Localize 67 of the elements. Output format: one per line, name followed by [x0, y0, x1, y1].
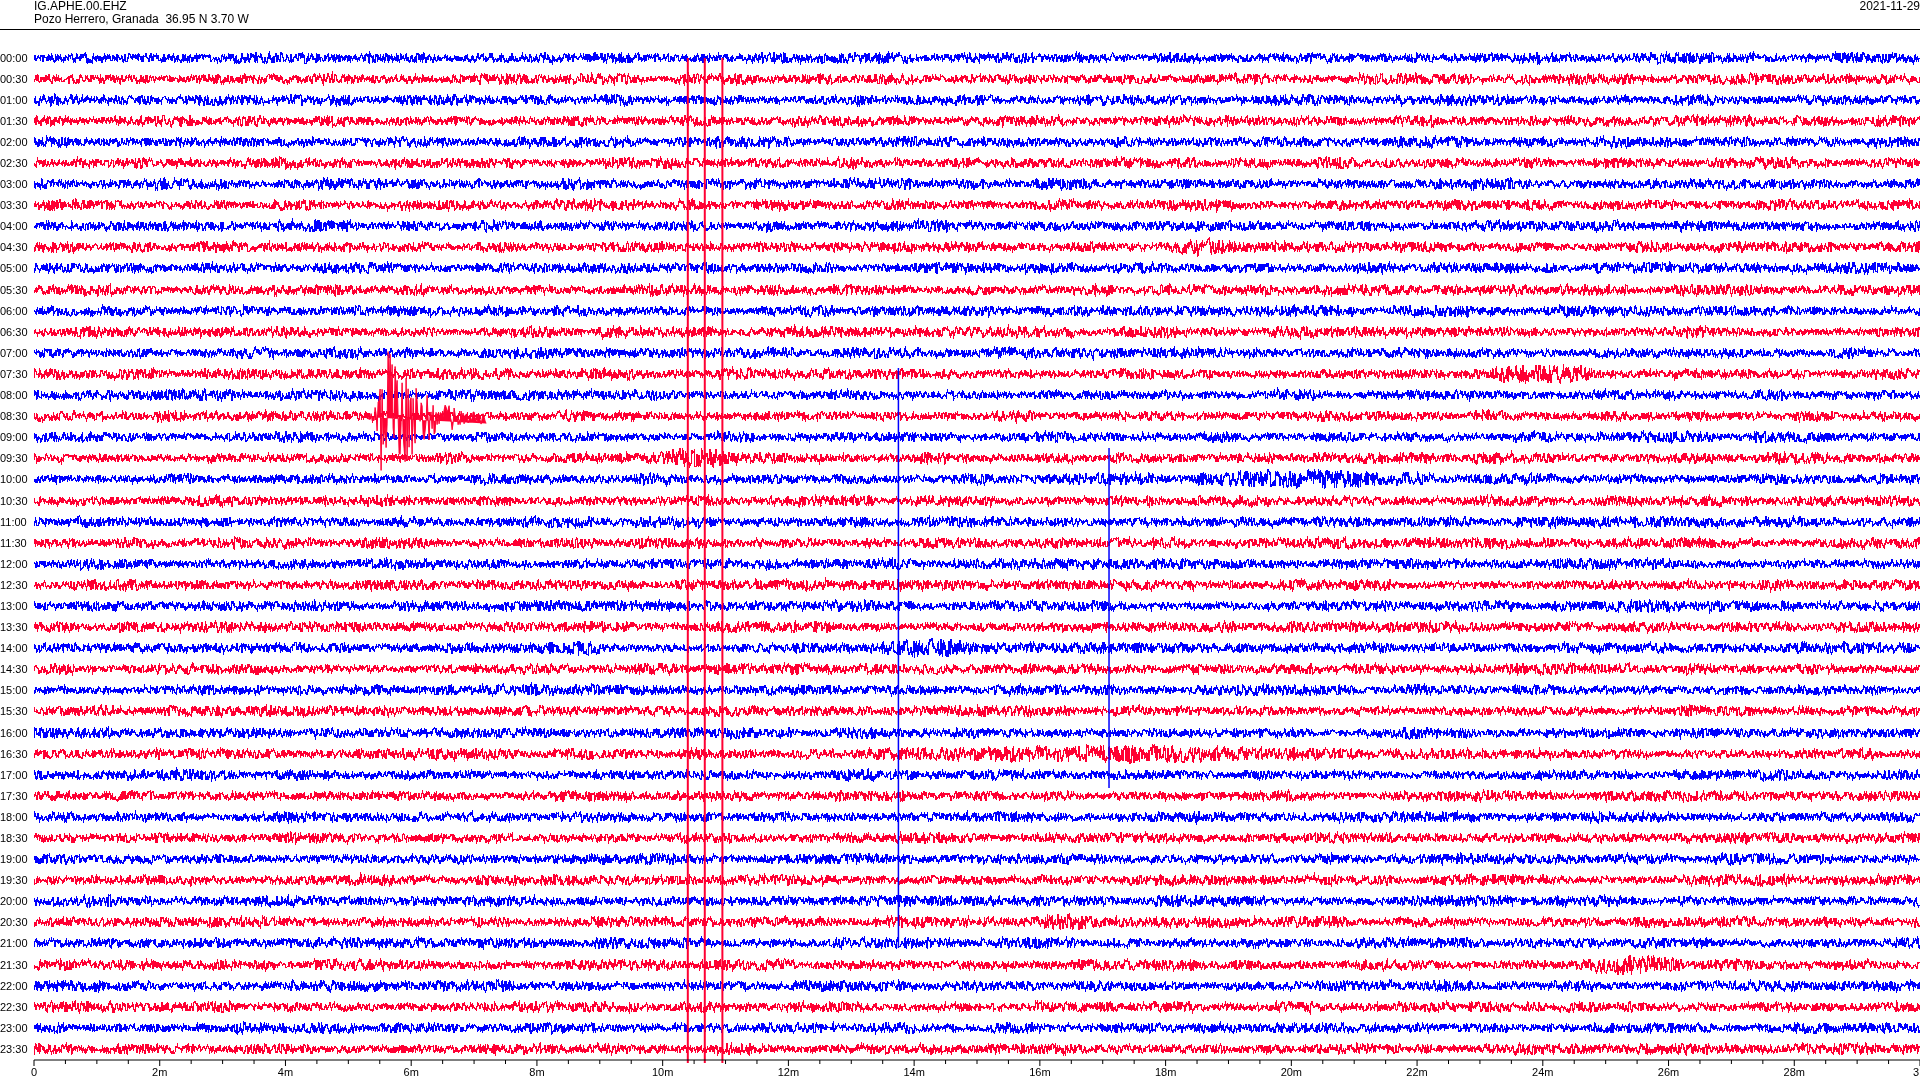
axis-tick-label: 18m — [1154, 1066, 1177, 1078]
axis-tick-label: 0 — [30, 1066, 38, 1078]
axis-tick-label: 26m — [1657, 1066, 1680, 1078]
axis-tick-label: 10m — [651, 1066, 674, 1078]
time-label: 22:00 — [0, 979, 29, 992]
time-label: 17:00 — [0, 768, 29, 781]
axis-tick-label: 2m — [152, 1066, 168, 1078]
time-label: 07:00 — [0, 346, 29, 359]
axis-tick-label: 6m — [403, 1066, 419, 1078]
time-label: 18:00 — [0, 810, 29, 823]
time-label: 14:30 — [0, 663, 29, 676]
time-label: 15:00 — [0, 684, 29, 697]
time-label: 08:00 — [0, 389, 29, 402]
station-location: Pozo Herrero, Granada 36.95 N 3.70 W — [34, 13, 249, 26]
axis-tick-label: 14m — [903, 1066, 925, 1078]
time-label: 01:00 — [0, 93, 29, 106]
axis-tick-label: 3 — [1912, 1066, 1919, 1078]
time-label: 23:30 — [0, 1042, 29, 1055]
time-label: 01:30 — [0, 114, 29, 127]
time-label: 09:00 — [0, 431, 29, 444]
time-label: 02:30 — [0, 157, 29, 169]
axis-tick-label: 12m — [777, 1066, 800, 1078]
time-label: 04:30 — [0, 241, 29, 254]
axis-tick-label: 24m — [1532, 1066, 1554, 1078]
time-label: 05:30 — [0, 283, 29, 296]
time-label: 21:30 — [0, 958, 29, 971]
station-code: IG.APHE.00.EHZ — [34, 0, 128, 13]
time-label: 08:30 — [0, 410, 29, 423]
time-label: 06:30 — [0, 325, 29, 338]
time-label: 20:00 — [0, 895, 29, 908]
time-label: 14:00 — [0, 642, 29, 655]
time-label: 10:30 — [0, 494, 29, 507]
time-label: 03:00 — [0, 178, 29, 191]
time-label: 12:30 — [0, 578, 29, 591]
time-label: 00:00 — [0, 51, 29, 64]
axis-tick-label: 16m — [1029, 1066, 1051, 1078]
time-label: 11:30 — [0, 536, 28, 549]
time-label: 02:00 — [0, 135, 29, 148]
time-label: 09:30 — [0, 452, 29, 465]
axis-tick-label: 4m — [277, 1066, 294, 1078]
time-label: 00:30 — [0, 72, 29, 85]
time-label: 13:00 — [0, 600, 29, 612]
time-label: 19:30 — [0, 874, 29, 887]
time-label: 19:00 — [0, 853, 29, 866]
time-label: 16:00 — [0, 726, 29, 739]
time-label: 07:30 — [0, 367, 29, 380]
time-label: 06:00 — [0, 304, 29, 317]
time-label: 15:30 — [0, 705, 29, 718]
time-label: 18:30 — [0, 832, 29, 844]
axis-tick-label: 28m — [1783, 1066, 1805, 1078]
time-label: 17:30 — [0, 789, 29, 802]
time-label: 12:00 — [0, 557, 29, 570]
time-label: 11:00 — [0, 515, 28, 528]
time-label: 10:00 — [0, 473, 29, 486]
time-label: 03:30 — [0, 199, 29, 212]
time-label: 16:30 — [0, 747, 29, 760]
time-label: 20:30 — [0, 916, 29, 929]
time-label: 05:00 — [0, 262, 29, 275]
time-label: 21:00 — [0, 937, 29, 950]
record-date: 2021-11-29 — [1859, 0, 1920, 15]
axis-tick-label: 20m — [1280, 1066, 1303, 1078]
time-label: 13:30 — [0, 621, 29, 634]
axis-tick-label: 22m — [1406, 1066, 1428, 1078]
time-label: 04:00 — [0, 220, 29, 233]
time-label: 23:00 — [0, 1021, 29, 1034]
time-label: 22:30 — [0, 1000, 29, 1013]
axis-tick-label: 8m — [529, 1066, 545, 1078]
